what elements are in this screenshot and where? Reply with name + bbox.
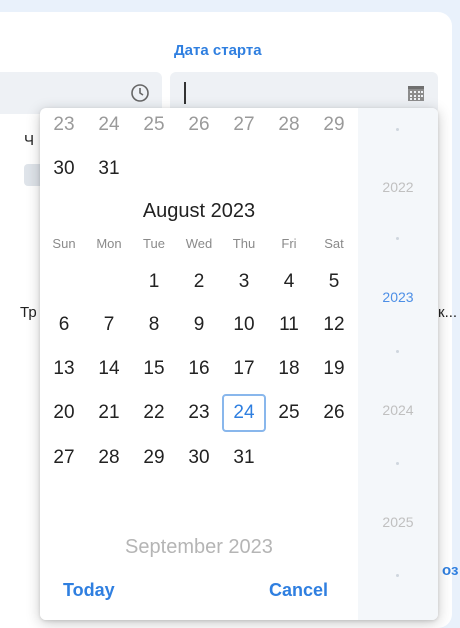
day-cell[interactable]: 5 — [312, 263, 356, 301]
day-cell-selected[interactable]: 24 — [222, 394, 266, 432]
day-cell[interactable]: 31 — [87, 150, 131, 188]
month-title: August 2023 — [142, 200, 256, 222]
weekday-header: Wed — [185, 236, 213, 251]
year-separator-dot — [396, 574, 399, 577]
weekday-header: Mon — [96, 236, 122, 251]
day-cell[interactable]: 14 — [87, 350, 131, 388]
day-cell[interactable]: 25 — [132, 108, 176, 144]
next-month-title: September 2023 — [125, 536, 273, 558]
day-cell[interactable]: 15 — [132, 350, 176, 388]
day-cell[interactable]: 6 — [42, 306, 86, 344]
day-cell[interactable]: 31 — [222, 439, 266, 477]
day-cell[interactable]: 24 — [87, 108, 131, 144]
year-item[interactable]: 2024 — [358, 402, 438, 418]
year-separator-dot — [396, 237, 399, 240]
day-cell[interactable]: 26 — [312, 394, 356, 432]
weekday-header: Sat — [324, 236, 344, 251]
year-separator-dot — [396, 350, 399, 353]
day-cell[interactable]: 2 — [177, 263, 221, 301]
background-label: Тр — [20, 304, 37, 321]
day-cell[interactable]: 20 — [42, 394, 86, 432]
weekday-header: Thu — [232, 236, 256, 251]
start-date-label: Дата старта — [174, 42, 262, 59]
days-scroll-area[interactable]: 23 24 25 26 27 28 29 30 31 August 2023 S… — [40, 108, 358, 620]
day-cell[interactable]: 30 — [42, 150, 86, 188]
background-label: Ч — [24, 132, 34, 149]
day-cell[interactable]: 9 — [177, 306, 221, 344]
day-cell[interactable]: 4 — [267, 263, 311, 301]
day-cell[interactable]: 30 — [177, 439, 221, 477]
day-cell[interactable]: 25 — [267, 394, 311, 432]
day-cell[interactable]: 29 — [312, 108, 356, 144]
weekday-header: Fri — [281, 236, 297, 251]
day-cell[interactable]: 29 — [132, 439, 176, 477]
weekday-header: Tue — [143, 236, 165, 251]
day-cell[interactable]: 1 — [132, 263, 176, 301]
day-cell[interactable]: 12 — [312, 306, 356, 344]
day-cell[interactable]: 21 — [87, 394, 131, 432]
day-cell[interactable]: 23 — [177, 394, 221, 432]
day-cell[interactable]: 17 — [222, 350, 266, 388]
weekday-header: Sun — [52, 236, 76, 251]
day-cell[interactable]: 13 — [42, 350, 86, 388]
clock-icon[interactable] — [130, 83, 150, 103]
year-separator-dot — [396, 462, 399, 465]
year-scroll-column[interactable]: 2022 2023 2024 2025 — [358, 108, 438, 620]
year-item-current[interactable]: 2023 — [358, 289, 438, 305]
day-cell[interactable]: 26 — [177, 108, 221, 144]
day-cell[interactable]: 22 — [132, 394, 176, 432]
background-label: оз — [442, 562, 459, 579]
day-cell[interactable]: 18 — [267, 350, 311, 388]
year-item[interactable]: 2025 — [358, 514, 438, 530]
day-cell[interactable]: 23 — [42, 108, 86, 144]
day-cell[interactable]: 27 — [222, 108, 266, 144]
year-separator-dot — [396, 128, 399, 131]
screen: Дата старта Ч Тр к... оз 23 24 25 26 27 … — [0, 0, 460, 628]
day-cell[interactable]: 11 — [267, 306, 311, 344]
today-button[interactable]: Today — [63, 580, 115, 601]
day-cell[interactable]: 19 — [312, 350, 356, 388]
day-cell[interactable]: 10 — [222, 306, 266, 344]
day-cell[interactable]: 28 — [267, 108, 311, 144]
day-cell[interactable]: 8 — [132, 306, 176, 344]
day-cell[interactable]: 27 — [42, 439, 86, 477]
cancel-button[interactable]: Cancel — [269, 580, 328, 601]
day-cell[interactable]: 3 — [222, 263, 266, 301]
day-cell[interactable]: 16 — [177, 350, 221, 388]
calendar-icon[interactable] — [406, 83, 426, 103]
date-picker-popup: 23 24 25 26 27 28 29 30 31 August 2023 S… — [40, 108, 438, 620]
text-caret — [184, 82, 186, 104]
background-label: к... — [438, 304, 458, 321]
day-cell[interactable]: 28 — [87, 439, 131, 477]
day-cell[interactable]: 7 — [87, 306, 131, 344]
year-item[interactable]: 2022 — [358, 179, 438, 195]
